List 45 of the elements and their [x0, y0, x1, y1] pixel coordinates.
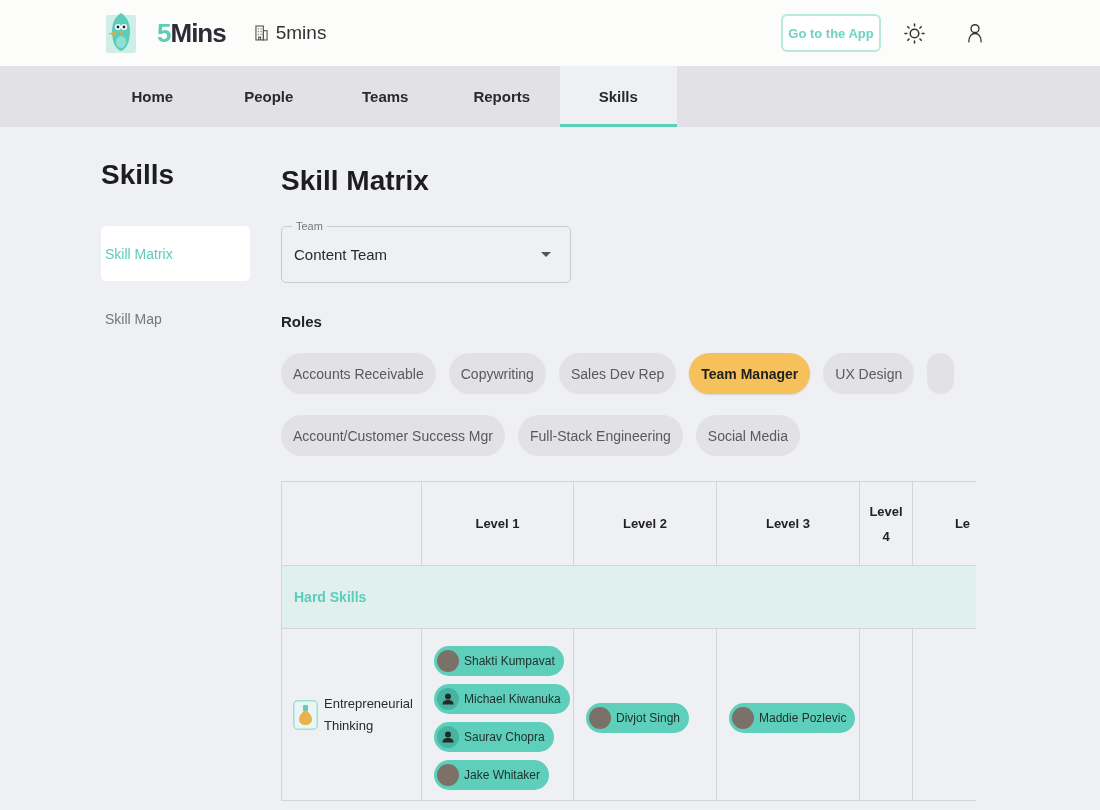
- nav-tab[interactable]: Teams: [327, 66, 444, 127]
- person-chip[interactable]: Shakti Kumpavat: [434, 646, 564, 676]
- column-header: Level 2: [573, 481, 717, 566]
- column-header: Le: [912, 481, 976, 566]
- lightbulb-icon: [293, 699, 318, 730]
- person-chip[interactable]: Saurav Chopra: [434, 722, 554, 752]
- bird-logo: [106, 11, 136, 55]
- brand-name: 5Mins: [157, 17, 226, 49]
- avatar-placeholder: [589, 707, 611, 729]
- default-avatar-icon: [437, 726, 459, 748]
- person-chip[interactable]: Maddie Pozlevic: [729, 703, 856, 733]
- default-avatar-icon: [437, 688, 459, 710]
- avatar-placeholder: [732, 707, 754, 729]
- sun-icon[interactable]: [904, 22, 925, 44]
- role-chip[interactable]: Copywriting: [448, 353, 546, 394]
- nav-tab[interactable]: People: [210, 66, 327, 127]
- sidebar-item[interactable]: Skill Map: [101, 291, 250, 346]
- person-chip[interactable]: Jake Whitaker: [434, 760, 550, 790]
- column-header: Level 1: [421, 481, 574, 566]
- nav-tab[interactable]: Skills: [560, 66, 677, 127]
- role-chip[interactable]: Account/Customer Success Mgr: [281, 415, 505, 456]
- building-icon: [254, 25, 268, 41]
- person-chip[interactable]: Divjot Singh: [586, 703, 690, 733]
- roles-heading: Roles: [281, 313, 322, 330]
- avatar-placeholder: [437, 764, 459, 786]
- group-header: Hard Skills: [281, 565, 976, 629]
- team-select[interactable]: Team Content Team: [281, 219, 571, 283]
- caret-icon: [541, 252, 551, 257]
- workspace-name: 5mins: [275, 21, 327, 45]
- person-chip[interactable]: Michael Kiwanuka: [434, 684, 570, 714]
- role-chip[interactable]: UX Design: [823, 353, 915, 394]
- nav-tab[interactable]: Home: [94, 66, 211, 127]
- role-chip[interactable]: Social Media: [695, 415, 800, 456]
- column-header: Level 3: [716, 481, 860, 566]
- skill-name: Entrepreneurial Thinking: [324, 694, 414, 735]
- nav-tab[interactable]: Reports: [443, 66, 560, 127]
- role-chip[interactable]: Team Manager: [689, 353, 811, 394]
- page-title: Skill Matrix: [281, 164, 429, 198]
- user-icon[interactable]: [968, 23, 982, 43]
- sidebar-title: Skills: [101, 158, 175, 192]
- role-chip[interactable]: Full-Stack Engineering: [517, 415, 683, 456]
- avatar-placeholder: [437, 650, 459, 672]
- role-chip[interactable]: Sales Dev Rep: [558, 353, 677, 394]
- role-chip[interactable]: Accounts Receivable: [281, 353, 436, 394]
- column-header: Level 4: [859, 481, 913, 566]
